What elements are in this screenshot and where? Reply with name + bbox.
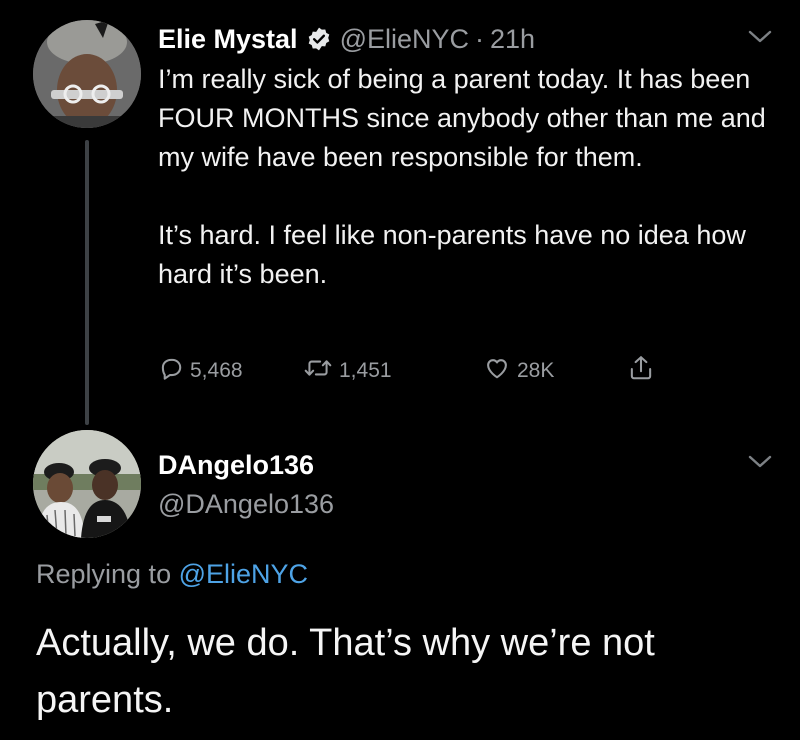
heart-icon bbox=[483, 355, 511, 387]
tweet-paragraph: It’s hard. I feel like non-parents have … bbox=[158, 220, 746, 289]
verified-badge-icon bbox=[306, 26, 332, 52]
reply-author-handle[interactable]: @DAngelo136 bbox=[158, 489, 334, 520]
retweet-icon bbox=[303, 355, 333, 387]
author-name[interactable]: Elie Mystal bbox=[158, 24, 298, 55]
reply-button[interactable]: 5,468 bbox=[158, 354, 243, 388]
replying-to-line: Replying to @ElieNYC bbox=[36, 559, 308, 590]
thread-line bbox=[85, 140, 89, 425]
avatar[interactable] bbox=[33, 430, 141, 538]
like-button[interactable]: 28K bbox=[483, 354, 554, 388]
avatar-photo-icon bbox=[33, 20, 141, 128]
retweet-count: 1,451 bbox=[339, 359, 392, 382]
chevron-down-icon[interactable] bbox=[748, 455, 772, 474]
tweet-text: I’m really sick of being a parent today.… bbox=[158, 60, 778, 294]
tweet-header: Elie Mystal @ElieNYC · 21h bbox=[158, 20, 535, 58]
replying-to-mention[interactable]: @ElieNYC bbox=[179, 559, 308, 589]
reply-bubble-icon bbox=[158, 355, 184, 387]
separator-dot: · bbox=[475, 23, 484, 54]
original-tweet[interactable]: Elie Mystal @ElieNYC · 21h I’m really si… bbox=[0, 0, 800, 425]
share-icon bbox=[628, 354, 654, 388]
author-handle[interactable]: @ElieNYC bbox=[340, 24, 469, 55]
avatar[interactable] bbox=[33, 20, 141, 128]
avatar-photo-icon bbox=[33, 430, 141, 538]
like-count: 28K bbox=[517, 359, 555, 382]
chevron-down-icon[interactable] bbox=[748, 30, 772, 49]
tweet-timestamp[interactable]: 21h bbox=[490, 24, 535, 55]
reply-text: Actually, we do. That’s why we’re not pa… bbox=[36, 622, 655, 721]
replying-to-label: Replying to bbox=[36, 559, 172, 589]
reply-author-name[interactable]: DAngelo136 bbox=[158, 450, 314, 481]
share-button[interactable] bbox=[628, 354, 654, 388]
tweet-thread-screen: Elie Mystal @ElieNYC · 21h I’m really si… bbox=[0, 0, 800, 740]
reply-count: 5,468 bbox=[190, 359, 243, 382]
tweet-paragraph: I’m really sick of being a parent today.… bbox=[158, 64, 766, 172]
retweet-button[interactable]: 1,451 bbox=[303, 354, 392, 388]
